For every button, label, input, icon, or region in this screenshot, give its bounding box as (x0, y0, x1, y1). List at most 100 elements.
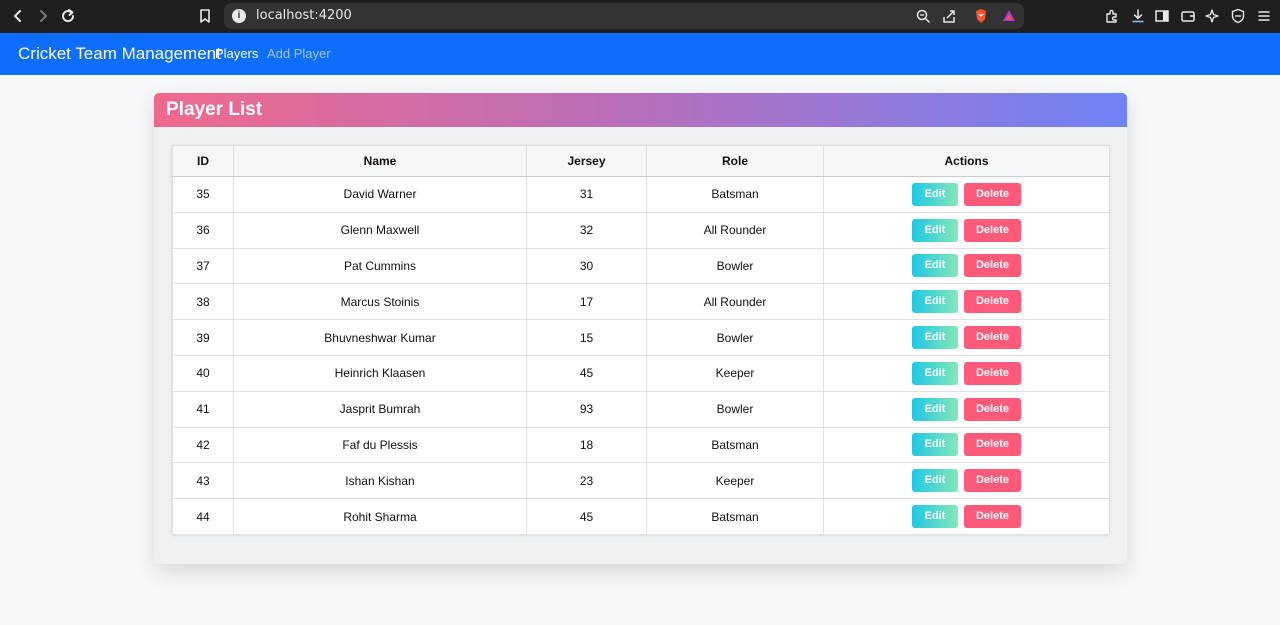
sidebar-icon[interactable] (1153, 7, 1171, 25)
cell-actions: Edit Delete (823, 390, 1110, 428)
edit-button[interactable]: Edit (912, 469, 958, 493)
edit-button[interactable]: Edit (912, 433, 958, 457)
edit-button[interactable]: Edit (912, 182, 958, 206)
forward-icon[interactable] (33, 6, 53, 26)
bookmark-icon[interactable] (195, 6, 215, 26)
nav-link-players[interactable]: Players (215, 46, 258, 61)
cell-jersey: 23 (526, 462, 647, 500)
cell-jersey: 15 (526, 319, 647, 356)
cell-jersey: 32 (526, 211, 647, 249)
cell-name: Rohit Sharma (233, 498, 527, 535)
cell-id: 37 (172, 247, 234, 285)
cell-actions: Edit Delete (823, 247, 1110, 285)
cell-jersey: 18 (526, 426, 647, 464)
cell-actions: Edit Delete (823, 211, 1110, 249)
table-row: 35 David Warner 31 Batsman Edit Delete (172, 176, 1110, 213)
delete-button[interactable]: Delete (964, 505, 1021, 529)
browser-toolbar: i localhost:4200 (0, 0, 1280, 33)
wallet-icon[interactable] (1179, 7, 1197, 25)
column-header-name: Name (233, 145, 527, 177)
player-list-card: Player List ID Name Jersey Role Actions … (154, 93, 1127, 564)
players-table: ID Name Jersey Role Actions 35 David Warn… (172, 145, 1110, 535)
cell-role: Keeper (646, 462, 824, 500)
cell-id: 39 (172, 319, 234, 356)
column-header-actions: Actions (823, 145, 1110, 177)
edit-button[interactable]: Edit (912, 218, 958, 242)
cell-name: David Warner (233, 176, 527, 213)
cell-actions: Edit Delete (823, 283, 1110, 321)
delete-button[interactable]: Delete (964, 254, 1021, 278)
cell-role: Bowler (646, 319, 824, 356)
cell-actions: Edit Delete (823, 319, 1110, 356)
delete-button[interactable]: Delete (964, 218, 1021, 242)
cell-actions: Edit Delete (823, 498, 1110, 535)
back-icon[interactable] (8, 6, 28, 26)
edit-button[interactable]: Edit (912, 326, 958, 350)
edit-button[interactable]: Edit (912, 505, 958, 529)
cell-role: Bowler (646, 390, 824, 428)
cell-role: Batsman (646, 176, 824, 213)
delete-button[interactable]: Delete (964, 326, 1021, 350)
table-row: 42 Faf du Plessis 18 Batsman Edit Delete (172, 426, 1110, 464)
cell-id: 40 (172, 354, 234, 392)
cell-role: All Rounder (646, 211, 824, 249)
extensions-icon[interactable] (1103, 7, 1121, 25)
cell-jersey: 45 (526, 354, 647, 392)
cell-actions: Edit Delete (823, 354, 1110, 392)
brave-shield-icon[interactable] (972, 7, 990, 25)
cell-id: 42 (172, 426, 234, 464)
table-row: 40 Heinrich Klaasen 45 Keeper Edit Delete (172, 354, 1110, 392)
edit-button[interactable]: Edit (912, 361, 958, 385)
delete-button[interactable]: Delete (964, 361, 1021, 385)
delete-button[interactable]: Delete (964, 290, 1021, 314)
cell-name: Bhuvneshwar Kumar (233, 319, 527, 356)
cell-name: Glenn Maxwell (233, 211, 527, 249)
leo-ai-icon[interactable] (1204, 7, 1222, 25)
column-header-jersey: Jersey (526, 145, 647, 177)
app-navbar: Cricket Team Management Players Add Play… (0, 33, 1280, 75)
site-info-icon[interactable]: i (232, 9, 246, 23)
delete-button[interactable]: Delete (964, 433, 1021, 457)
cell-name: Ishan Kishan (233, 462, 527, 500)
brand-link[interactable]: Cricket Team Management (18, 44, 221, 64)
cell-name: Marcus Stoinis (233, 283, 527, 321)
cell-id: 38 (172, 283, 234, 321)
cell-name: Jasprit Bumrah (233, 390, 527, 428)
zoom-icon[interactable] (914, 7, 932, 25)
table-row: 39 Bhuvneshwar Kumar 15 Bowler Edit Delete (172, 319, 1110, 356)
cell-role: Bowler (646, 247, 824, 285)
cell-id: 35 (172, 176, 234, 213)
table-row: 41 Jasprit Bumrah 93 Bowler Edit Delete (172, 390, 1110, 428)
share-icon[interactable] (940, 7, 958, 25)
vpn-shield-icon[interactable] (1229, 7, 1247, 25)
cell-role: Batsman (646, 498, 824, 535)
cell-actions: Edit Delete (823, 426, 1110, 464)
download-icon[interactable] (1129, 7, 1147, 25)
cell-role: All Rounder (646, 283, 824, 321)
brave-rewards-icon[interactable] (1000, 7, 1018, 25)
table-row: 43 Ishan Kishan 23 Keeper Edit Delete (172, 462, 1110, 500)
table-row: 44 Rohit Sharma 45 Batsman Edit Delete (172, 498, 1110, 535)
address-bar[interactable]: i localhost:4200 (224, 3, 1024, 29)
table-row: 36 Glenn Maxwell 32 All Rounder Edit Delete (172, 211, 1110, 249)
menu-icon[interactable] (1255, 7, 1273, 25)
delete-button[interactable]: Delete (964, 397, 1021, 421)
cell-role: Batsman (646, 426, 824, 464)
column-header-id: ID (172, 145, 234, 177)
cell-jersey: 17 (526, 283, 647, 321)
url-text: localhost:4200 (256, 8, 352, 23)
nav-link-add-player[interactable]: Add Player (267, 46, 331, 61)
delete-button[interactable]: Delete (964, 469, 1021, 493)
cell-id: 36 (172, 211, 234, 249)
cell-jersey: 45 (526, 498, 647, 535)
reload-icon[interactable] (58, 6, 78, 26)
edit-button[interactable]: Edit (912, 397, 958, 421)
cell-name: Heinrich Klaasen (233, 354, 527, 392)
edit-button[interactable]: Edit (912, 254, 958, 278)
edit-button[interactable]: Edit (912, 290, 958, 314)
cell-id: 44 (172, 498, 234, 535)
cell-name: Faf du Plessis (233, 426, 527, 464)
table-row: 37 Pat Cummins 30 Bowler Edit Delete (172, 247, 1110, 285)
table-row: 38 Marcus Stoinis 17 All Rounder Edit Delete (172, 283, 1110, 321)
delete-button[interactable]: Delete (964, 182, 1021, 206)
